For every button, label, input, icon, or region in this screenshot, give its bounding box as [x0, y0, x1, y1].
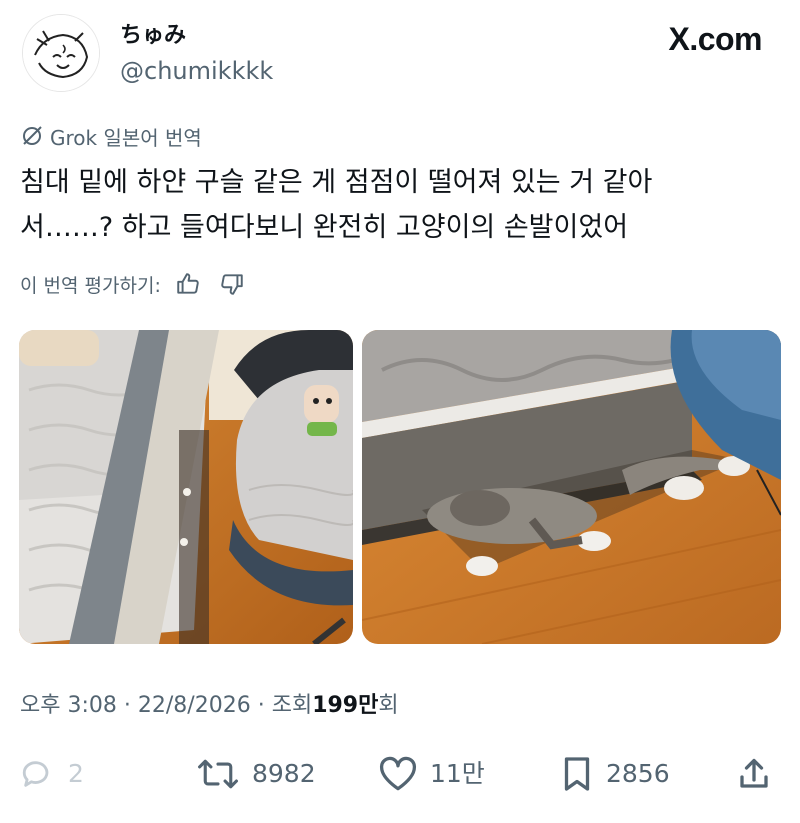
thumbs-down-button[interactable] [215, 267, 249, 301]
reply-icon [22, 761, 49, 787]
tweet-date[interactable]: 22/8/2026 [138, 693, 251, 718]
share-button[interactable] [736, 754, 772, 794]
thumbs-up-button[interactable] [171, 267, 205, 301]
avatar-sketch-icon [23, 15, 99, 91]
bookmark-count: 2856 [606, 759, 670, 788]
display-name[interactable]: ちゅみ [120, 22, 186, 50]
tweet-photo-bed[interactable] [19, 330, 353, 644]
thumbs-down-icon [221, 274, 243, 295]
heart-icon [379, 756, 417, 791]
translation-source-label: Grok 일본어 번역 [50, 125, 202, 150]
like-count: 11만 [430, 759, 485, 788]
rate-translation: 이 번역 평가하기: [20, 266, 249, 302]
views-prefix: 조회 [271, 693, 313, 718]
views-suffix: 회 [378, 693, 399, 718]
share-icon [740, 758, 768, 788]
cat-photo-image [362, 330, 781, 644]
retweet-icon [198, 759, 238, 789]
reply-button[interactable]: 2 [18, 754, 84, 794]
like-button[interactable]: 11만 [378, 754, 485, 794]
separator: · [257, 693, 265, 718]
reply-count: 2 [68, 759, 84, 788]
thumbs-up-icon [177, 273, 199, 294]
grok-icon [23, 126, 42, 145]
views-count: 199만 [312, 693, 379, 718]
retweet-count: 8982 [252, 759, 316, 788]
avatar[interactable] [22, 14, 100, 92]
bookmark-icon [564, 757, 590, 791]
x-com-logo: X.com [668, 21, 762, 57]
tweet-text-line: 침대 밑에 하얀 구슬 같은 게 점점이 떨어져 있는 거 같아 [20, 167, 653, 198]
tweet-text-line: 서……? 하고 들여다보니 완전히 고양이의 손발이었어 [20, 212, 629, 243]
separator: · [123, 693, 131, 718]
tweet-time[interactable]: 오후 3:08 [20, 693, 117, 718]
tweet-metadata: 오후 3:08 · 22/8/2026 · 조회199만회 [20, 691, 399, 721]
bed-photo-image [19, 330, 353, 644]
tweet-text: 침대 밑에 하얀 구슬 같은 게 점점이 떨어져 있는 거 같아 서……? 하고… [20, 160, 780, 250]
tweet-photo-cat[interactable] [362, 330, 781, 644]
user-handle[interactable]: @chumikkkk [120, 56, 273, 86]
bookmark-button[interactable]: 2856 [560, 754, 670, 794]
rate-translation-label: 이 번역 평가하기: [20, 274, 161, 297]
grok-translation-label: Grok 일본어 번역 [20, 122, 202, 150]
retweet-button[interactable]: 8982 [196, 754, 316, 794]
